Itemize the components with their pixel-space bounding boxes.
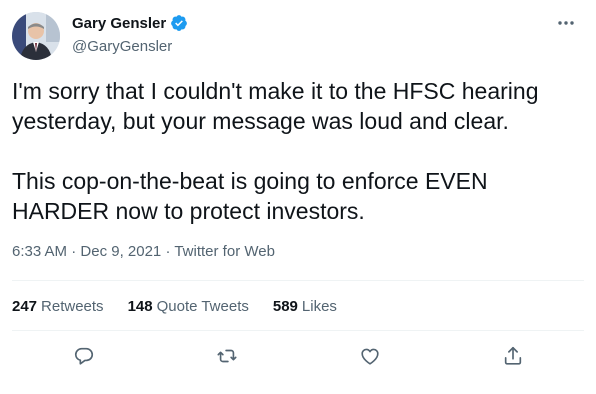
tweet-actions [12,342,584,374]
meta-separator: · [161,243,175,260]
more-options-button[interactable] [552,12,580,32]
tweet-paragraph: This cop-on-the-beat is going to enforce… [12,168,488,224]
share-icon [502,345,524,372]
tweet-paragraph: I'm sorry that I couldn't make it to the… [12,78,539,134]
retweets-count: 247 [12,298,38,315]
tweet-meta: 6:33 AM · Dec 9, 2021 · Twitter for Web [12,243,275,260]
likes-count: 589 [272,298,298,315]
divider [12,330,584,331]
retweet-button[interactable] [209,342,245,374]
meta-separator: · [67,243,81,260]
quote-tweets-count: 148 [127,298,153,315]
likes-label: Likes [301,298,337,315]
tweet-header: Gary Gensler @GaryGensler [12,10,584,62]
tweet-source[interactable]: Twitter for Web [174,243,275,260]
retweet-icon [216,345,238,372]
author-display-name[interactable]: Gary Gensler [72,15,166,32]
tweet-time[interactable]: 6:33 AM [12,243,67,260]
tweet-date[interactable]: Dec 9, 2021 [80,243,161,260]
quote-tweets-label: Quote Tweets [156,298,249,315]
verified-badge-icon [170,14,188,32]
avatar[interactable] [12,12,60,60]
tweet-text: I'm sorry that I couldn't make it to the… [12,76,584,226]
reply-icon [73,345,95,372]
like-button[interactable] [352,342,388,374]
quote-tweets-stat[interactable]: 148 Quote Tweets [128,298,249,315]
author-handle[interactable]: @GaryGensler [72,38,188,55]
retweets-stat[interactable]: 247 Retweets [12,298,104,315]
tweet-stats: 247 Retweets 148 Quote Tweets 589 Likes [12,298,337,315]
likes-stat[interactable]: 589 Likes [273,298,337,315]
divider [12,280,584,281]
more-horizontal-icon [557,13,575,31]
retweets-label: Retweets [41,298,104,315]
share-button[interactable] [495,342,531,374]
reply-button[interactable] [66,342,102,374]
heart-icon [359,345,381,372]
